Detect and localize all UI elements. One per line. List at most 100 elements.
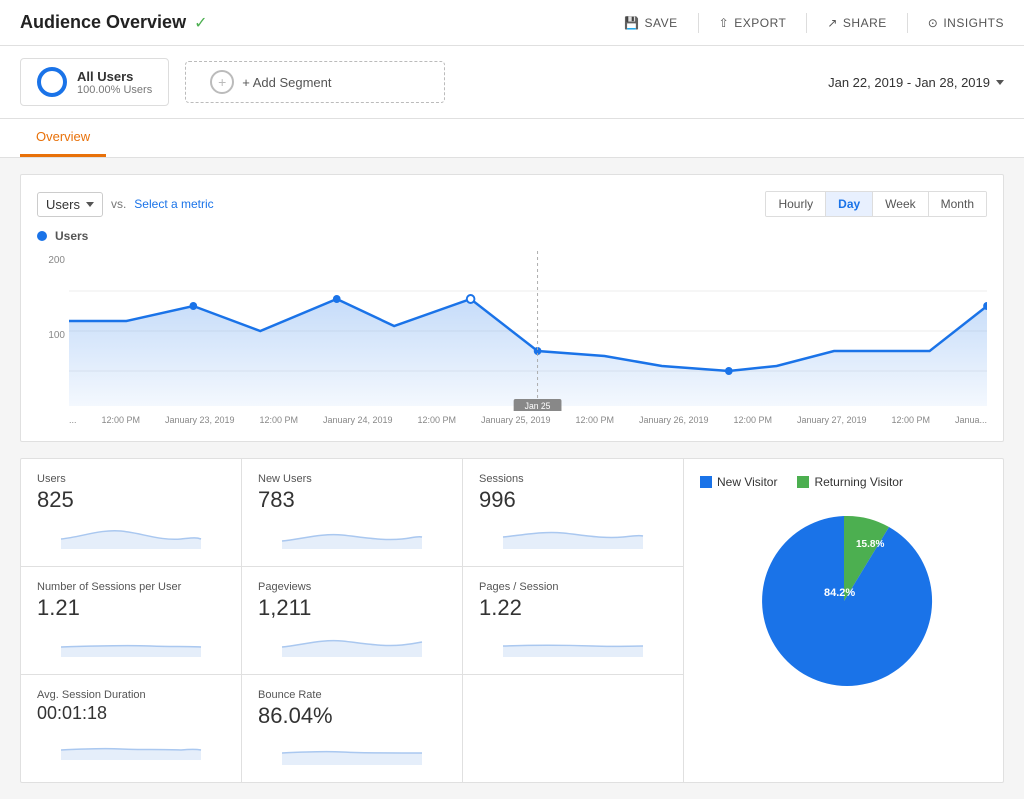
x-label-12: Janua...: [955, 415, 987, 425]
stat-bounce-rate: Bounce Rate 86.04%: [242, 675, 463, 782]
sessions-label: Sessions: [479, 473, 667, 485]
x-axis-labels: ... 12:00 PM January 23, 2019 12:00 PM J…: [69, 411, 987, 425]
chart-section: Users vs. Select a metric Hourly Day Wee…: [20, 174, 1004, 442]
header-actions: 💾 SAVE ⇧ EXPORT ↗ SHARE ⊙ INSIGHTS: [624, 13, 1004, 33]
y-max-label: 200: [48, 255, 65, 266]
stat-sessions: Sessions 996: [463, 459, 683, 566]
segment-circle-icon: [37, 67, 67, 97]
page-header: Audience Overview ✓ 💾 SAVE ⇧ EXPORT ↗ SH…: [0, 0, 1024, 46]
insights-icon: ⊙: [928, 16, 939, 30]
metric-dropdown[interactable]: Users: [37, 192, 103, 217]
metric-chevron-icon: [86, 202, 94, 207]
avg-session-value: 00:01:18: [37, 703, 225, 724]
hourly-button[interactable]: Hourly: [766, 192, 826, 216]
share-icon: ↗: [827, 16, 838, 30]
avg-session-label: Avg. Session Duration: [37, 689, 225, 701]
x-label-10: January 27, 2019: [797, 415, 867, 425]
sessions-per-user-label: Number of Sessions per User: [37, 581, 225, 593]
line-chart: Jan 25: [69, 251, 987, 411]
x-label-7: 12:00 PM: [575, 415, 614, 425]
pie-legend: New Visitor Returning Visitor: [700, 475, 903, 489]
stat-sessions-per-user: Number of Sessions per User 1.21: [21, 567, 242, 674]
time-period-buttons: Hourly Day Week Month: [765, 191, 987, 217]
share-label: SHARE: [843, 16, 887, 30]
new-visitor-legend: New Visitor: [700, 475, 777, 489]
divider-1: [698, 13, 699, 33]
chart-area-fill: [69, 299, 987, 406]
metric-dropdown-label: Users: [46, 197, 80, 212]
page-title: Audience Overview: [20, 12, 186, 33]
date-range-text: Jan 22, 2019 - Jan 28, 2019: [828, 75, 990, 90]
stats-row-2: Number of Sessions per User 1.21 Pagevie…: [21, 567, 683, 675]
divider-3: [907, 13, 908, 33]
pie-chart-panel: New Visitor Returning Visitor: [683, 459, 1003, 782]
chart-controls: Users vs. Select a metric Hourly Day Wee…: [37, 191, 987, 217]
stat-empty: [463, 675, 683, 782]
x-label-3: 12:00 PM: [259, 415, 298, 425]
pie-svg: 84.2% 15.8%: [744, 501, 944, 701]
pages-session-sparkline: [479, 627, 667, 657]
x-label-2: January 23, 2019: [165, 415, 235, 425]
save-button[interactable]: 💾 SAVE: [624, 16, 678, 30]
bounce-rate-label: Bounce Rate: [258, 689, 446, 701]
save-label: SAVE: [645, 16, 678, 30]
tabs-bar: Overview: [0, 119, 1024, 158]
share-button[interactable]: ↗ SHARE: [827, 16, 886, 30]
main-content: Users vs. Select a metric Hourly Day Wee…: [0, 158, 1024, 799]
sessions-value: 996: [479, 487, 667, 513]
returning-pct-label: 15.8%: [856, 539, 884, 550]
data-point-5: [725, 367, 733, 375]
metric-selector: Users vs. Select a metric: [37, 192, 214, 217]
y-axis: 200 100: [37, 251, 69, 425]
users-label: Users: [37, 473, 225, 485]
new-users-label: New Users: [258, 473, 446, 485]
all-users-segment[interactable]: All Users 100.00% Users: [20, 58, 169, 106]
returning-visitor-legend: Returning Visitor: [797, 475, 903, 489]
data-point-3: [467, 295, 475, 303]
pages-session-value: 1.22: [479, 595, 667, 621]
y-mid-label: 100: [48, 330, 65, 341]
pages-session-label: Pages / Session: [479, 581, 667, 593]
insights-button[interactable]: ⊙ INSIGHTS: [928, 16, 1004, 30]
segment-info: All Users 100.00% Users: [77, 69, 152, 96]
segment-left: All Users 100.00% Users + + Add Segment: [20, 58, 445, 106]
add-segment-label: + Add Segment: [242, 75, 331, 90]
month-button[interactable]: Month: [929, 192, 986, 216]
stats-panel: Users 825 New Users 783 Sess: [21, 459, 683, 782]
header-left: Audience Overview ✓: [20, 12, 207, 33]
new-users-value: 783: [258, 487, 446, 513]
add-segment-icon: +: [210, 70, 234, 94]
new-users-sparkline: [258, 519, 446, 549]
x-label-4: January 24, 2019: [323, 415, 393, 425]
new-visitor-pct-label: 84.2%: [824, 587, 855, 599]
users-sparkline: [37, 519, 225, 549]
chart-plot: Jan 25 ... 12:00 PM January 23, 2019 12:…: [69, 251, 987, 425]
chart-legend: Users: [37, 229, 987, 243]
date-range-picker[interactable]: Jan 22, 2019 - Jan 28, 2019: [828, 75, 1004, 90]
chart-svg: Jan 25: [69, 251, 987, 411]
chart-area: 200 100: [37, 251, 987, 425]
x-label-8: January 26, 2019: [639, 415, 709, 425]
x-label-0: ...: [69, 415, 77, 425]
week-button[interactable]: Week: [873, 192, 928, 216]
chevron-down-icon: [996, 80, 1004, 85]
users-value: 825: [37, 487, 225, 513]
select-metric-link[interactable]: Select a metric: [134, 197, 213, 211]
sessions-per-user-value: 1.21: [37, 595, 225, 621]
tooltip-text: Jan 25: [525, 401, 551, 411]
sessions-per-user-sparkline: [37, 627, 225, 657]
tab-overview[interactable]: Overview: [20, 119, 106, 157]
export-button[interactable]: ⇧ EXPORT: [719, 16, 787, 30]
add-segment-button[interactable]: + + Add Segment: [185, 61, 445, 103]
x-label-9: 12:00 PM: [733, 415, 772, 425]
stat-avg-session: Avg. Session Duration 00:01:18: [21, 675, 242, 782]
returning-visitor-dot: [797, 476, 809, 488]
day-button[interactable]: Day: [826, 192, 873, 216]
pageviews-sparkline: [258, 627, 446, 657]
export-label: EXPORT: [734, 16, 786, 30]
stat-pages-session: Pages / Session 1.22: [463, 567, 683, 674]
x-label-5: 12:00 PM: [417, 415, 456, 425]
users-legend-dot: [37, 231, 47, 241]
x-label-6: January 25, 2019: [481, 415, 551, 425]
save-icon: 💾: [624, 16, 639, 30]
